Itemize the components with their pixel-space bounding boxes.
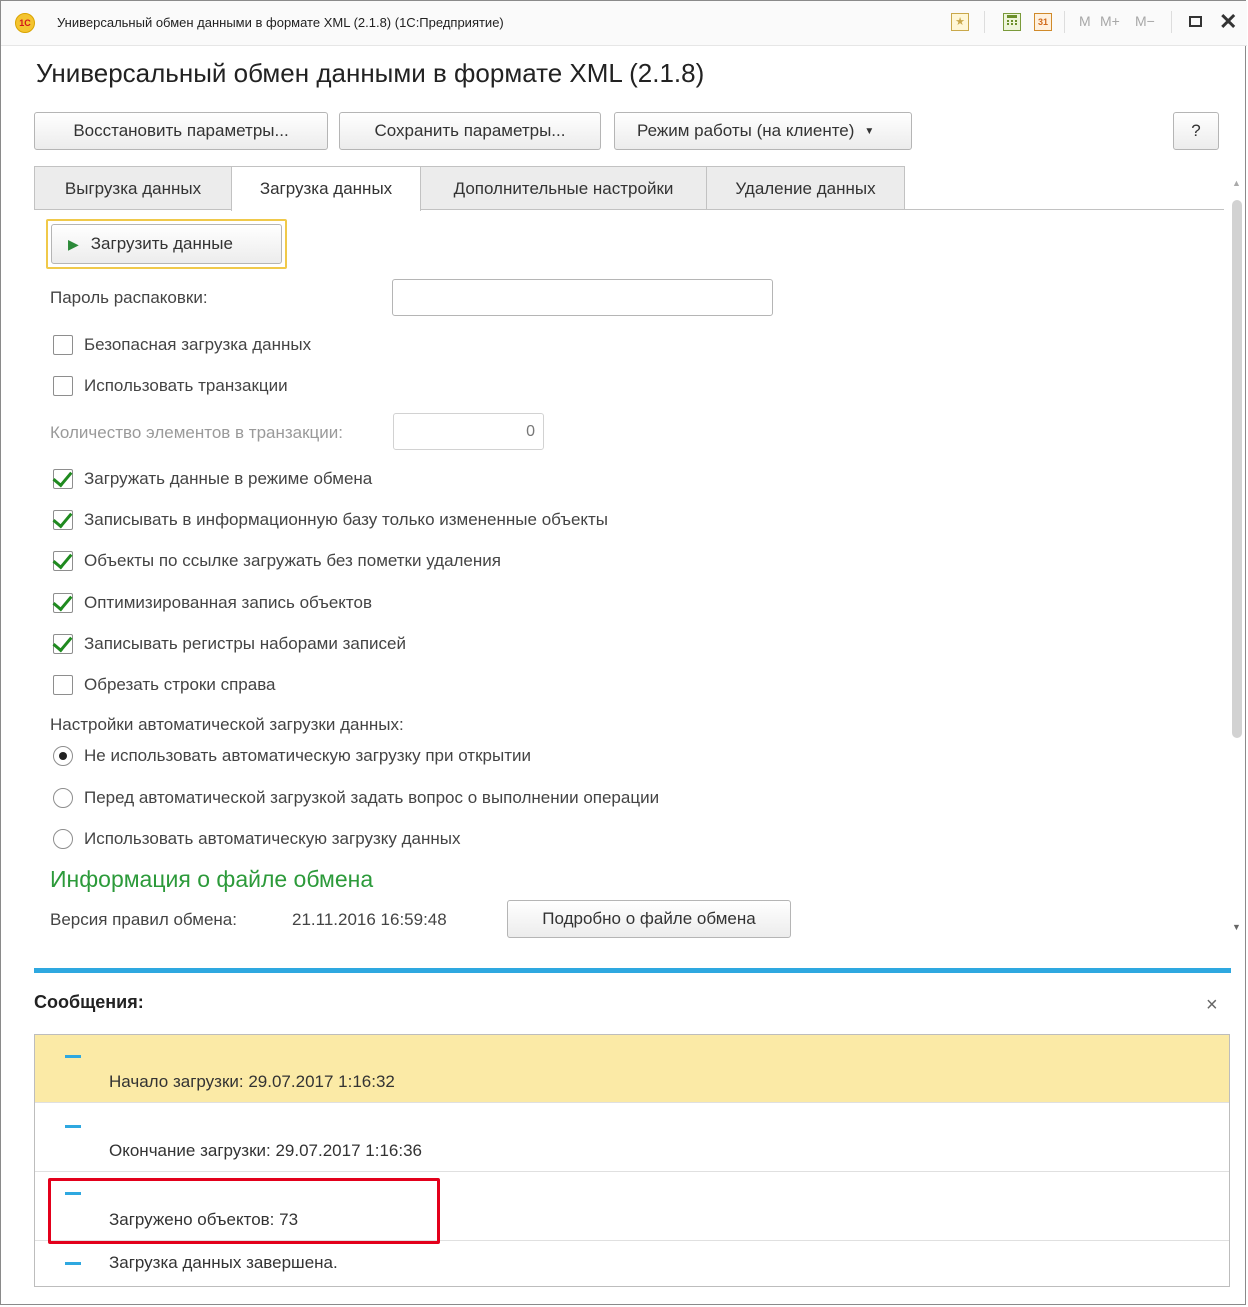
separator — [1064, 11, 1065, 33]
list-item[interactable]: Начало загрузки: 29.07.2017 1:16:32 — [35, 1035, 1229, 1103]
exchange-mode-label: Загружать данные в режиме обмена — [84, 469, 373, 488]
radio-selected-dot — [59, 752, 67, 760]
no-deletion-mark-checkbox[interactable] — [52, 548, 73, 571]
use-transactions-label: Использовать транзакции — [84, 376, 288, 395]
auto-settings-label: Настройки автоматической загрузки данных… — [50, 715, 404, 734]
splitter[interactable] — [34, 968, 1231, 973]
changed-only-label: Записывать в информационную базу только … — [84, 510, 609, 529]
register-sets-label: Записывать регистры наборами записей — [84, 634, 406, 653]
restore-params-button[interactable]: Восстановить параметры... — [34, 112, 328, 150]
exchange-mode-checkbox[interactable] — [52, 466, 73, 489]
save-params-button[interactable]: Сохранить параметры... — [339, 112, 601, 150]
ask-before-label: Перед автоматической загрузкой задать во… — [84, 788, 660, 807]
work-mode-label: Режим работы (на клиенте) — [637, 121, 855, 140]
tab-export[interactable]: Выгрузка данных — [34, 166, 232, 210]
tab-import[interactable]: Загрузка данных — [231, 166, 421, 211]
message-text: Окончание загрузки: 29.07.2017 1:16:36 — [109, 1141, 422, 1160]
safe-load-label: Безопасная загрузка данных — [84, 335, 312, 354]
separator — [984, 11, 985, 33]
optimized-write-checkbox[interactable] — [52, 590, 73, 613]
work-mode-dropdown[interactable]: Режим работы (на клиенте) ▼ — [614, 112, 912, 150]
no-deletion-mark-label: Объекты по ссылке загружать без пометки … — [84, 551, 501, 570]
check-icon — [52, 631, 73, 653]
close-messages-icon[interactable]: × — [1206, 994, 1218, 1017]
close-window-icon[interactable]: ✕ — [1219, 9, 1237, 35]
password-input[interactable] — [392, 279, 773, 316]
optimized-write-label: Оптимизированная запись объектов — [84, 593, 372, 612]
memory-minus-button[interactable]: M− — [1135, 13, 1155, 29]
scroll-down-icon[interactable]: ▼ — [1232, 922, 1241, 932]
form-title: Универсальный обмен данными в формате XM… — [36, 58, 705, 88]
register-sets-checkbox[interactable] — [52, 631, 73, 654]
transaction-count-label: Количество элементов в транзакции: — [50, 423, 344, 442]
chevron-down-icon: ▼ — [864, 125, 875, 137]
dash-icon — [65, 1262, 81, 1265]
list-item[interactable]: Загрузка данных завершена. — [35, 1241, 1229, 1286]
no-auto-label: Не использовать автоматическую загрузку … — [84, 746, 531, 765]
exchange-file-details-button[interactable]: Подробно о файле обмена — [507, 900, 791, 938]
trim-right-checkbox[interactable] — [53, 675, 73, 695]
maximize-icon[interactable] — [1189, 16, 1202, 27]
memory-m-button[interactable]: M — [1079, 13, 1091, 29]
annotation-highlight-box — [48, 1178, 440, 1244]
title-bar: 1С Универсальный обмен данными в формате… — [1, 1, 1247, 46]
help-button[interactable]: ? — [1173, 112, 1219, 150]
message-text: Начало загрузки: 29.07.2017 1:16:32 — [109, 1072, 395, 1091]
tab-delete-data[interactable]: Удаление данных — [706, 166, 905, 210]
rules-version-value: 21.11.2016 16:59:48 — [292, 910, 447, 929]
load-data-button[interactable]: ▶ Загрузить данные — [51, 224, 282, 264]
ask-before-radio[interactable] — [53, 788, 73, 808]
dash-icon — [65, 1055, 81, 1058]
window-title: Универсальный обмен данными в формате XM… — [57, 15, 504, 30]
messages-title: Сообщения: — [34, 992, 144, 1012]
changed-only-checkbox[interactable] — [52, 507, 73, 530]
tab-additional-settings[interactable]: Дополнительные настройки — [420, 166, 707, 210]
list-item[interactable]: Окончание загрузки: 29.07.2017 1:16:36 — [35, 1103, 1229, 1172]
memory-plus-button[interactable]: M+ — [1100, 13, 1120, 29]
transaction-count-field[interactable]: 0 — [393, 413, 544, 450]
app-logo-icon: 1С — [15, 13, 35, 33]
use-auto-radio[interactable] — [53, 829, 73, 849]
check-icon — [52, 507, 73, 529]
rules-version-label: Версия правил обмена: — [50, 910, 237, 929]
password-label: Пароль распаковки: — [50, 288, 208, 307]
load-data-label: Загрузить данные — [90, 234, 233, 253]
use-transactions-checkbox[interactable] — [53, 376, 73, 396]
scroll-up-icon[interactable]: ▲ — [1232, 178, 1241, 188]
no-auto-radio[interactable] — [53, 746, 73, 766]
safe-load-checkbox[interactable] — [53, 335, 73, 355]
trim-right-label: Обрезать строки справа — [84, 675, 276, 694]
favorites-icon[interactable]: ★ — [951, 13, 969, 31]
info-section-title: Информация о файле обмена — [50, 866, 374, 892]
use-auto-label: Использовать автоматическую загрузку дан… — [84, 829, 461, 848]
separator — [1171, 11, 1172, 33]
play-icon: ▶ — [68, 235, 79, 252]
scrollbar-thumb[interactable] — [1232, 200, 1242, 738]
message-text: Загрузка данных завершена. — [109, 1253, 338, 1272]
check-icon — [52, 548, 73, 570]
calculator-icon[interactable] — [1003, 13, 1021, 31]
dash-icon — [65, 1125, 81, 1128]
check-icon — [52, 590, 73, 612]
check-icon — [52, 466, 73, 488]
calendar-icon[interactable]: 31 — [1034, 13, 1052, 31]
